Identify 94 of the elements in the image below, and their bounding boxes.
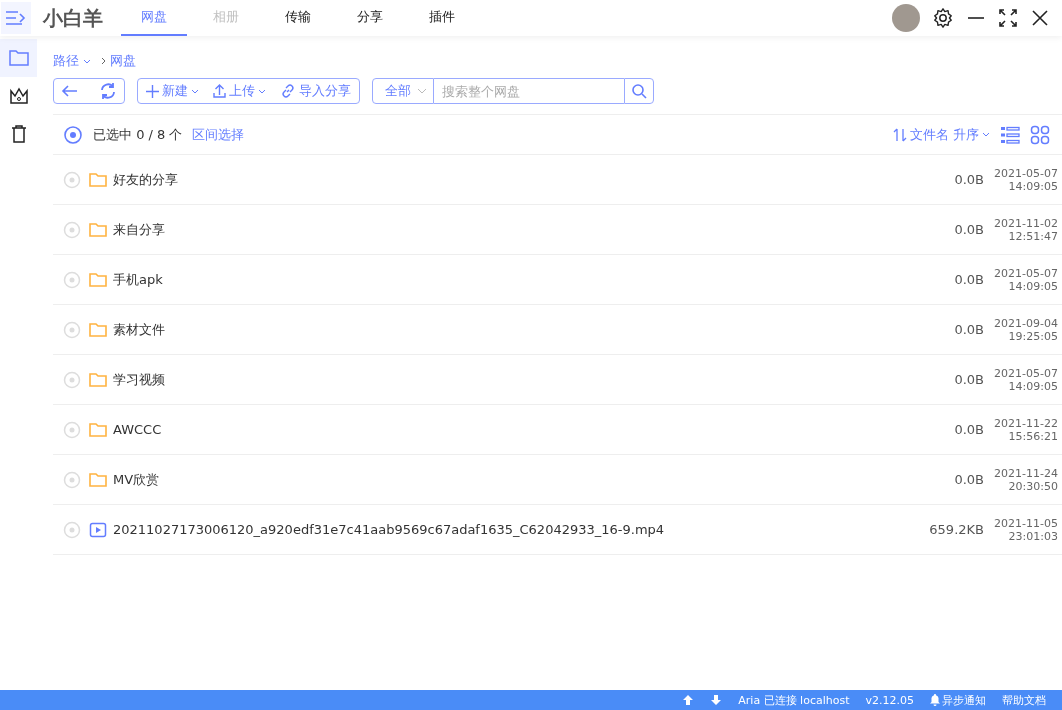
chevron-down-icon xyxy=(417,88,427,94)
app-title: 小白羊 xyxy=(43,4,103,32)
row-radio[interactable] xyxy=(63,320,81,339)
file-time: 14:09:05 xyxy=(1008,379,1058,393)
download-arrow-icon xyxy=(710,694,723,706)
file-time: 23:01:03 xyxy=(1008,529,1058,543)
file-size: 0.0B xyxy=(953,322,984,337)
selection-count: 已选中 0 / 8 个 xyxy=(93,125,183,144)
bell-icon xyxy=(930,694,940,706)
video-file-icon xyxy=(89,521,107,538)
nav-tab[interactable]: 传输 xyxy=(265,0,331,36)
plus-icon xyxy=(146,84,159,98)
version-label[interactable]: v2.12.05 xyxy=(865,693,914,707)
chevron-down-icon xyxy=(982,132,990,137)
row-radio[interactable] xyxy=(63,370,81,389)
upload-arrow-icon xyxy=(682,694,695,706)
nav-tab[interactable]: 插件 xyxy=(409,0,475,36)
folder-icon xyxy=(89,221,107,238)
new-button[interactable]: 新建 xyxy=(142,82,203,100)
menu-icon xyxy=(5,10,27,26)
upload-icon xyxy=(213,84,226,98)
file-name: 好友的分享 xyxy=(113,170,179,189)
aria-status[interactable]: Aria 已连接 localhost xyxy=(738,692,850,708)
search-field[interactable]: 搜索整个网盘 xyxy=(434,78,624,104)
nav-tab[interactable]: 网盘 xyxy=(121,0,187,36)
file-time: 12:51:47 xyxy=(1008,229,1058,243)
file-name: MV欣赏 xyxy=(113,470,161,489)
file-name: 来自分享 xyxy=(113,220,166,239)
folder-icon xyxy=(89,371,107,388)
crown-icon xyxy=(8,87,29,105)
fullscreen-icon[interactable] xyxy=(998,8,1018,28)
notify-link[interactable]: 异步通知 xyxy=(942,692,986,708)
file-time: 14:09:05 xyxy=(1008,279,1058,293)
row-radio[interactable] xyxy=(63,220,81,239)
upload-button[interactable]: 上传 xyxy=(209,82,270,100)
row-radio[interactable] xyxy=(63,470,81,489)
search-button[interactable] xyxy=(624,78,654,104)
file-size: 0.0B xyxy=(953,272,984,287)
file-name: AWCCC xyxy=(113,422,163,437)
settings-icon[interactable] xyxy=(932,7,954,29)
file-time: 15:56:21 xyxy=(1008,429,1058,443)
file-date: 2021-05-07 xyxy=(994,366,1058,380)
file-date: 2021-11-02 xyxy=(994,216,1058,230)
menu-toggle-button[interactable] xyxy=(1,2,31,34)
row-radio[interactable] xyxy=(63,270,81,289)
chevron-right-icon xyxy=(101,57,106,65)
folder-icon xyxy=(89,421,107,438)
file-size: 0.0B xyxy=(953,372,984,387)
nav-tab[interactable]: 分享 xyxy=(337,0,403,36)
folder-icon xyxy=(89,471,107,488)
folder-icon xyxy=(8,49,29,67)
row-radio[interactable] xyxy=(63,170,81,189)
file-name: 素材文件 xyxy=(113,320,166,339)
chevron-down-icon xyxy=(83,58,91,64)
file-size: 0.0B xyxy=(953,222,984,237)
file-date: 2021-11-24 xyxy=(994,466,1058,480)
file-size: 659.2KB xyxy=(928,522,984,537)
file-name: 20211027173006120_a920edf31e7c41aab9569c67adaf1635_C62042933_16-9.mp4 xyxy=(113,522,666,537)
import-share-button[interactable]: 导入分享 xyxy=(276,82,355,100)
file-size: 0.0B xyxy=(953,172,984,187)
file-size: 0.0B xyxy=(953,472,984,487)
file-time: 19:25:05 xyxy=(1008,329,1058,343)
file-name: 手机apk xyxy=(113,270,164,289)
back-arrow-icon[interactable] xyxy=(61,83,79,99)
close-icon[interactable] xyxy=(1030,8,1050,28)
select-all-radio[interactable] xyxy=(63,124,83,145)
file-size: 0.0B xyxy=(953,422,984,437)
breadcrumb-root[interactable]: 路径 xyxy=(53,52,91,70)
file-date: 2021-09-04 xyxy=(994,316,1058,330)
file-time: 20:30:50 xyxy=(1008,479,1058,493)
refresh-icon[interactable] xyxy=(99,82,117,100)
sort-icon xyxy=(892,127,907,142)
breadcrumb-item[interactable]: 网盘 xyxy=(101,52,136,70)
grid-view-icon[interactable] xyxy=(1030,124,1050,145)
file-name: 学习视频 xyxy=(113,370,166,389)
file-date: 2021-11-22 xyxy=(994,416,1058,430)
sort-dropdown[interactable]: 文件名 升序 xyxy=(892,125,990,144)
search-icon xyxy=(631,83,647,99)
chevron-down-icon xyxy=(258,88,266,94)
list-view-icon[interactable] xyxy=(1000,124,1020,145)
help-link[interactable]: 帮助文档 xyxy=(1002,692,1046,708)
folder-icon xyxy=(89,321,107,338)
file-time: 14:09:05 xyxy=(1008,179,1058,193)
range-select-link[interactable]: 区间选择 xyxy=(192,125,245,144)
avatar[interactable] xyxy=(892,4,920,32)
folder-icon xyxy=(89,271,107,288)
file-date: 2021-11-05 xyxy=(994,516,1058,530)
folder-icon xyxy=(89,171,107,188)
file-date: 2021-05-07 xyxy=(994,166,1058,180)
file-date: 2021-05-07 xyxy=(994,266,1058,280)
link-icon xyxy=(280,83,296,99)
chevron-down-icon xyxy=(191,88,199,94)
row-radio[interactable] xyxy=(63,420,81,439)
row-radio[interactable] xyxy=(63,520,81,539)
